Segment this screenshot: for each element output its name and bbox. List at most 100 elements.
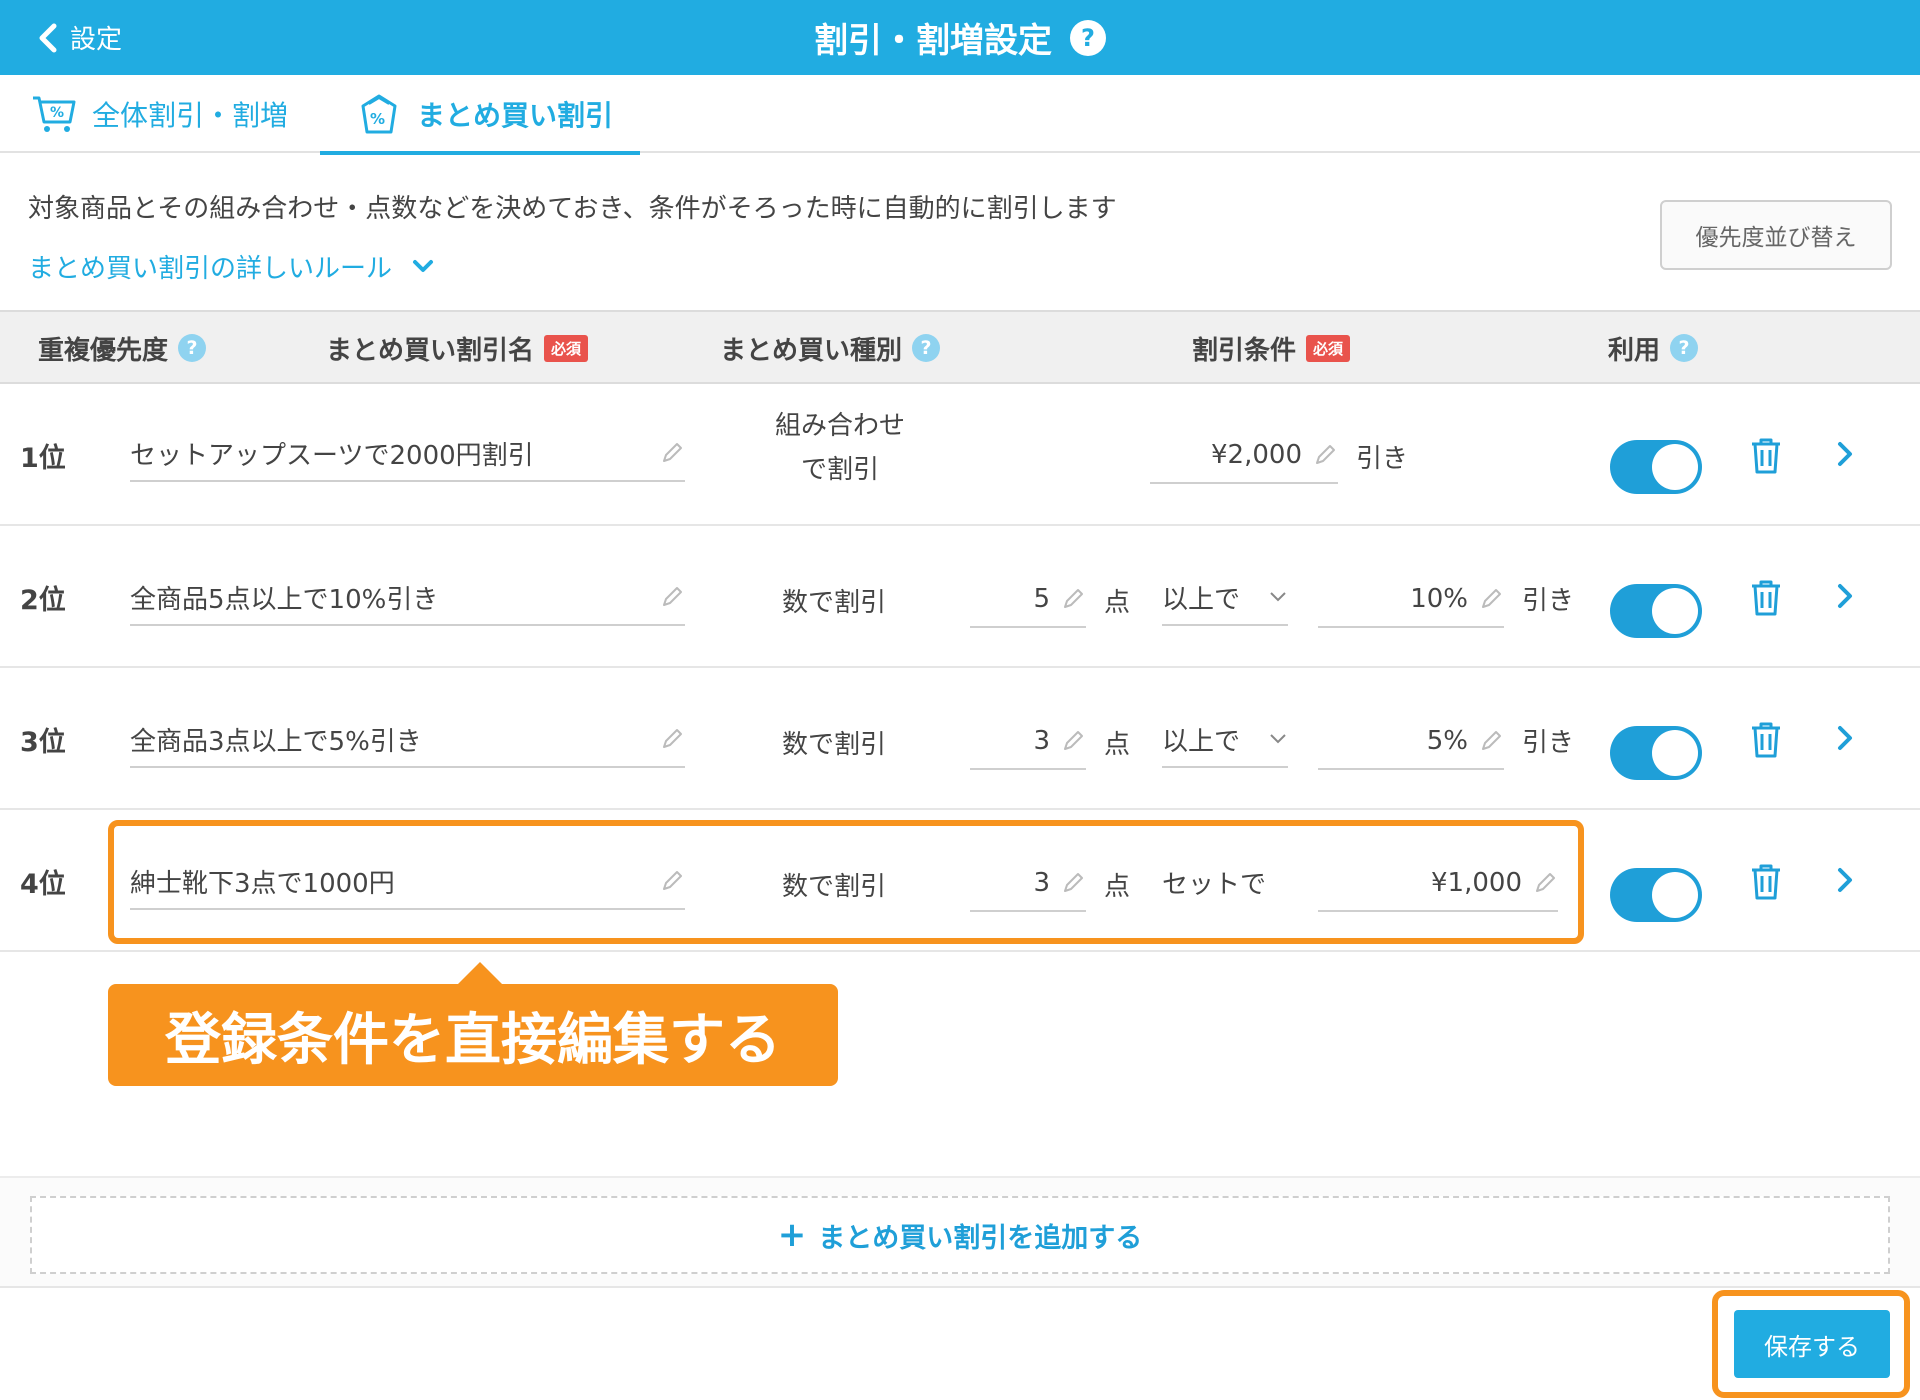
count-value: 3: [1033, 726, 1050, 756]
toggle-knob: [1652, 588, 1698, 634]
unit-label: 点: [1104, 587, 1131, 618]
pencil-icon: [663, 871, 682, 890]
help-icon[interactable]: ?: [1070, 19, 1106, 56]
count-value: 3: [1033, 868, 1050, 898]
chevron-down-icon: [1270, 592, 1286, 602]
chevron-down-icon: [1270, 734, 1286, 744]
type-line-2: で割引: [800, 455, 879, 485]
pencil-icon: [663, 587, 682, 606]
suffix-label: 引き: [1356, 443, 1409, 474]
required-badge: 必須: [544, 334, 589, 362]
discount-name-input[interactable]: 全商品3点以上で5%引き: [130, 712, 685, 768]
pencil-icon: [1064, 589, 1083, 608]
count-input[interactable]: 3: [970, 714, 1086, 770]
column-use: 利用 ?: [1608, 312, 1699, 384]
chevron-right-icon[interactable]: [1836, 440, 1854, 468]
trash-icon[interactable]: [1748, 578, 1784, 618]
row-rank: 2位: [20, 584, 66, 616]
discount-type: 数で割引: [782, 729, 887, 760]
table-row: 3位 全商品3点以上で5%引き 数で割引 3 点 以上で 5% 引き: [0, 668, 1920, 810]
add-area: + まとめ買い割引を追加する: [0, 1176, 1920, 1286]
column-label: 割引条件: [1192, 335, 1297, 366]
required-badge: 必須: [1306, 334, 1351, 362]
use-toggle[interactable]: [1610, 440, 1702, 494]
sort-priority-button[interactable]: 優先度並び替え: [1660, 200, 1892, 270]
operator-select[interactable]: 以上で: [1162, 712, 1288, 768]
pencil-icon: [663, 443, 682, 462]
table-row: 4位 紳士靴下3点で1000円 数で割引 3 点 セットで ¥1,000: [0, 810, 1920, 952]
chevron-right-icon[interactable]: [1836, 724, 1854, 752]
suffix-label: 引き: [1522, 585, 1575, 616]
pencil-icon: [1482, 731, 1501, 750]
description-text: 対象商品とその組み合わせ・点数などを決めておき、条件がそろった時に自動的に割引し…: [28, 194, 1117, 224]
help-icon[interactable]: ?: [912, 334, 941, 362]
help-icon[interactable]: ?: [178, 334, 207, 362]
toggle-knob: [1652, 730, 1698, 776]
chevron-down-icon: [413, 259, 434, 272]
type-line-1: 組み合わせ: [774, 411, 905, 441]
tab-label: 全体割引・割増: [92, 99, 289, 132]
trash-icon[interactable]: [1748, 720, 1784, 760]
pencil-icon: [1064, 731, 1083, 750]
row-rank: 3位: [20, 726, 66, 758]
amount-input[interactable]: ¥1,000: [1318, 856, 1558, 912]
discount-name-input[interactable]: 全商品5点以上で10%引き: [130, 570, 685, 626]
column-label: まとめ買い種別: [720, 335, 903, 366]
svg-text:%: %: [50, 105, 64, 121]
count-input[interactable]: 5: [970, 572, 1086, 628]
use-toggle[interactable]: [1610, 584, 1702, 638]
footer-bar: [0, 1286, 1920, 1400]
unit-label: 点: [1104, 729, 1131, 760]
operator-label: セットで: [1162, 869, 1267, 900]
column-label: まとめ買い割引名: [326, 335, 535, 366]
operator-select[interactable]: 以上で: [1162, 570, 1288, 626]
column-condition: 割引条件 必須: [1192, 312, 1351, 384]
pencil-icon: [1482, 589, 1501, 608]
add-button-label: まとめ買い割引を追加する: [818, 1222, 1143, 1254]
pencil-icon: [1064, 873, 1083, 892]
count-value: 5: [1033, 584, 1050, 614]
tab-label: まとめ買い割引: [417, 99, 614, 132]
trash-icon[interactable]: [1748, 436, 1784, 476]
rules-link-label: まとめ買い割引の詳しいルール: [28, 254, 393, 284]
rules-link[interactable]: まとめ買い割引の詳しいルール: [28, 248, 434, 285]
cart-percent-icon: %: [33, 96, 76, 132]
discount-name-input[interactable]: セットアップスーツで2000円割引: [130, 426, 685, 482]
chevron-right-icon[interactable]: [1836, 866, 1854, 894]
discount-name-value: 全商品5点以上で10%引き: [130, 584, 439, 615]
bulk-tag-icon: %: [361, 94, 397, 134]
row-rank: 4位: [20, 868, 66, 900]
chevron-right-icon[interactable]: [1836, 582, 1854, 610]
add-bulk-discount-button[interactable]: + まとめ買い割引を追加する: [30, 1196, 1890, 1274]
discount-type: 数で割引: [782, 871, 887, 902]
amount-input[interactable]: 5%: [1318, 714, 1504, 770]
table-row: 2位 全商品5点以上で10%引き 数で割引 5 点 以上で 10% 引き: [0, 526, 1920, 668]
suffix-label: 引き: [1522, 727, 1575, 758]
tab-overall-discount[interactable]: % 全体割引・割増: [30, 75, 300, 153]
count-input[interactable]: 3: [970, 856, 1086, 912]
column-priority: 重複優先度 ?: [38, 312, 207, 384]
discount-name-value: セットアップスーツで2000円割引: [130, 440, 534, 471]
column-type: まとめ買い種別 ?: [720, 312, 941, 384]
discount-type: 数で割引: [782, 587, 887, 618]
callout-annotation: 登録条件を直接編集する: [108, 962, 838, 1086]
operator-value: 以上で: [1162, 726, 1241, 757]
save-button[interactable]: 保存する: [1734, 1310, 1890, 1378]
amount-input[interactable]: 10%: [1318, 572, 1504, 628]
trash-icon[interactable]: [1748, 862, 1784, 902]
tab-bulk-discount[interactable]: % まとめ買い割引: [320, 75, 640, 155]
plus-icon: +: [777, 1215, 807, 1255]
use-toggle[interactable]: [1610, 726, 1702, 780]
amount-input[interactable]: ¥2,000: [1150, 428, 1338, 484]
table-header: 重複優先度 ? まとめ買い割引名 必須 まとめ買い種別 ? 割引条件 必須 利用…: [0, 310, 1920, 384]
use-toggle[interactable]: [1610, 868, 1702, 922]
column-label: 利用: [1608, 335, 1661, 366]
discount-name-input[interactable]: 紳士靴下3点で1000円: [130, 854, 685, 910]
table-row: 1位 セットアップスーツで2000円割引 組み合わせ で割引 ¥2,000 引き: [0, 384, 1920, 526]
toggle-knob: [1652, 872, 1698, 918]
operator-value: 以上で: [1162, 584, 1241, 615]
help-icon[interactable]: ?: [1670, 334, 1699, 362]
pencil-icon: [1536, 873, 1555, 892]
pencil-icon: [663, 729, 682, 748]
app-header: 設定 割引・割増設定 ?: [0, 0, 1920, 75]
